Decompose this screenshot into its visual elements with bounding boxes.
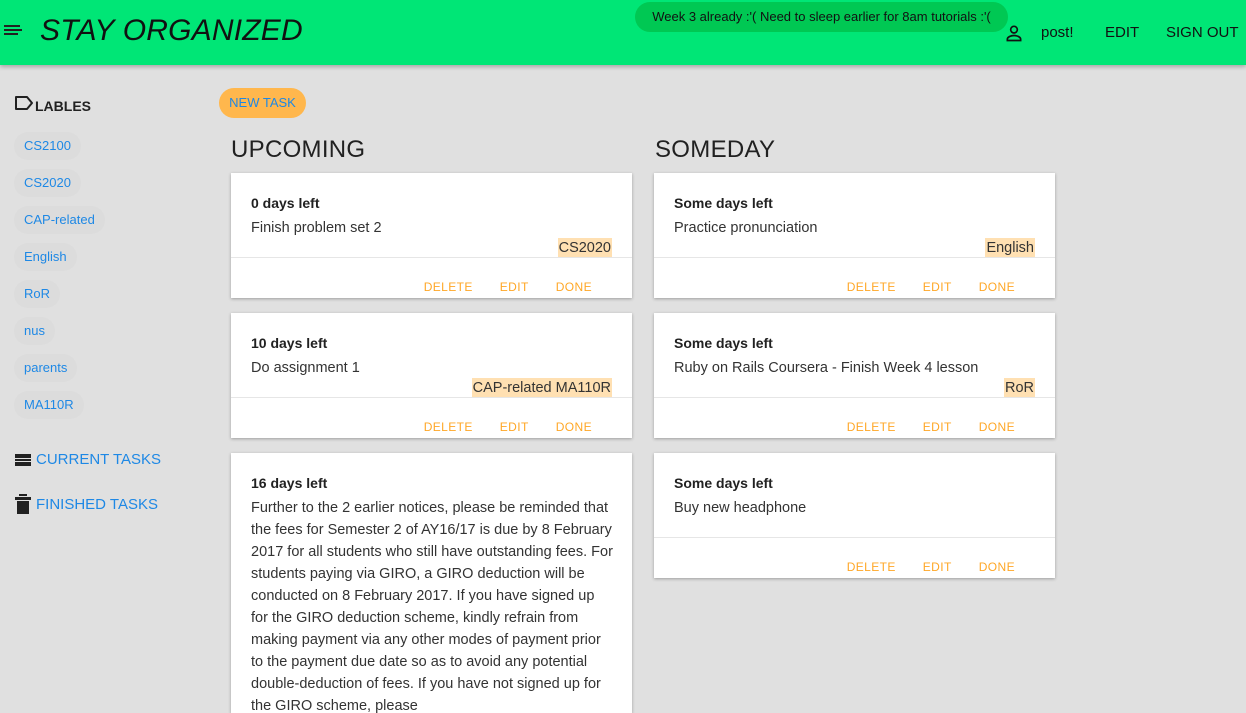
finished-tasks-link[interactable]: FINISHED TASKS bbox=[14, 494, 158, 514]
days-left: Some days left bbox=[674, 335, 773, 351]
person-icon[interactable] bbox=[1004, 23, 1024, 43]
trash-icon bbox=[15, 494, 31, 514]
task-card: Some days left Practice pronunciation En… bbox=[654, 173, 1055, 298]
sign-out-link[interactable]: SIGN OUT bbox=[1166, 24, 1239, 41]
task-card: Some days left Buy new headphone DELETE … bbox=[654, 453, 1055, 578]
days-left: 16 days left bbox=[251, 475, 328, 491]
edit-button[interactable]: EDIT bbox=[500, 280, 529, 294]
card-divider bbox=[654, 397, 1055, 398]
task-description: Further to the 2 earlier notices, please… bbox=[251, 500, 613, 713]
task-tags: RoR bbox=[1003, 378, 1035, 398]
username-link[interactable]: post! bbox=[1041, 24, 1074, 41]
task-description: Buy new headphone bbox=[674, 500, 807, 516]
done-button[interactable]: DONE bbox=[979, 420, 1015, 434]
label-chip-cs2020[interactable]: CS2020 bbox=[14, 169, 81, 197]
edit-button[interactable]: EDIT bbox=[923, 560, 952, 574]
edit-button[interactable]: EDIT bbox=[923, 280, 952, 294]
card-divider bbox=[654, 537, 1055, 538]
current-tasks-link[interactable]: CURRENT TASKS bbox=[14, 451, 161, 468]
task-description: Practice pronunciation bbox=[674, 220, 818, 236]
task-tags: CS2020 bbox=[557, 238, 612, 258]
finished-tasks-label: FINISHED TASKS bbox=[36, 495, 158, 513]
days-left: Some days left bbox=[674, 475, 773, 491]
task-card: Some days left Ruby on Rails Coursera - … bbox=[654, 313, 1055, 438]
delete-button[interactable]: DELETE bbox=[424, 420, 473, 434]
label-chip-cap-related[interactable]: CAP-related bbox=[14, 206, 105, 234]
task-description: Finish problem set 2 bbox=[251, 220, 382, 236]
label-chip-ror[interactable]: RoR bbox=[14, 280, 61, 308]
app-title: STAY ORGANIZED bbox=[40, 14, 303, 47]
app-bar: STAY ORGANIZED Week 3 already :'( Need t… bbox=[0, 0, 1246, 65]
delete-button[interactable]: DELETE bbox=[847, 560, 896, 574]
done-button[interactable]: DONE bbox=[556, 280, 592, 294]
task-description: Ruby on Rails Coursera - Finish Week 4 l… bbox=[674, 360, 979, 376]
task-card: 16 days left Further to the 2 earlier no… bbox=[231, 453, 632, 713]
card-divider bbox=[231, 257, 632, 258]
task-tags: English bbox=[985, 238, 1035, 258]
edit-button[interactable]: EDIT bbox=[500, 420, 529, 434]
label-icon bbox=[15, 96, 33, 110]
delete-button[interactable]: DELETE bbox=[847, 420, 896, 434]
label-chip-nus[interactable]: nus bbox=[14, 317, 55, 345]
menu-icon[interactable] bbox=[4, 25, 22, 39]
status-message: Week 3 already :'( Need to sleep earlier… bbox=[635, 2, 1008, 32]
new-task-button[interactable]: NEW TASK bbox=[219, 88, 306, 118]
task-tags: CAP-related MA110R bbox=[471, 378, 612, 398]
done-button[interactable]: DONE bbox=[556, 420, 592, 434]
label-chip-cs2100[interactable]: CS2100 bbox=[14, 132, 81, 160]
labels-heading: LABLES bbox=[14, 92, 91, 114]
label-chip-english[interactable]: English bbox=[14, 243, 77, 271]
task-card: 0 days left Finish problem set 2 CS2020 … bbox=[231, 173, 632, 298]
edit-button[interactable]: EDIT bbox=[923, 420, 952, 434]
upcoming-heading: UPCOMING bbox=[231, 136, 366, 163]
list-icon bbox=[15, 453, 31, 466]
someday-heading: SOMEDAY bbox=[655, 136, 776, 163]
done-button[interactable]: DONE bbox=[979, 560, 1015, 574]
days-left: 0 days left bbox=[251, 195, 320, 211]
done-button[interactable]: DONE bbox=[979, 280, 1015, 294]
task-card: 10 days left Do assignment 1 CAP-related… bbox=[231, 313, 632, 438]
label-chip-ma110r[interactable]: MA110R bbox=[14, 391, 84, 419]
delete-button[interactable]: DELETE bbox=[847, 280, 896, 294]
edit-profile-link[interactable]: EDIT bbox=[1105, 24, 1139, 41]
delete-button[interactable]: DELETE bbox=[424, 280, 473, 294]
card-divider bbox=[231, 397, 632, 398]
card-divider bbox=[654, 257, 1055, 258]
days-left: 10 days left bbox=[251, 335, 328, 351]
label-chip-parents[interactable]: parents bbox=[14, 354, 78, 382]
days-left: Some days left bbox=[674, 195, 773, 211]
labels-heading-text: LABLES bbox=[35, 98, 91, 114]
task-description: Do assignment 1 bbox=[251, 360, 360, 376]
current-tasks-label: CURRENT TASKS bbox=[36, 451, 162, 468]
